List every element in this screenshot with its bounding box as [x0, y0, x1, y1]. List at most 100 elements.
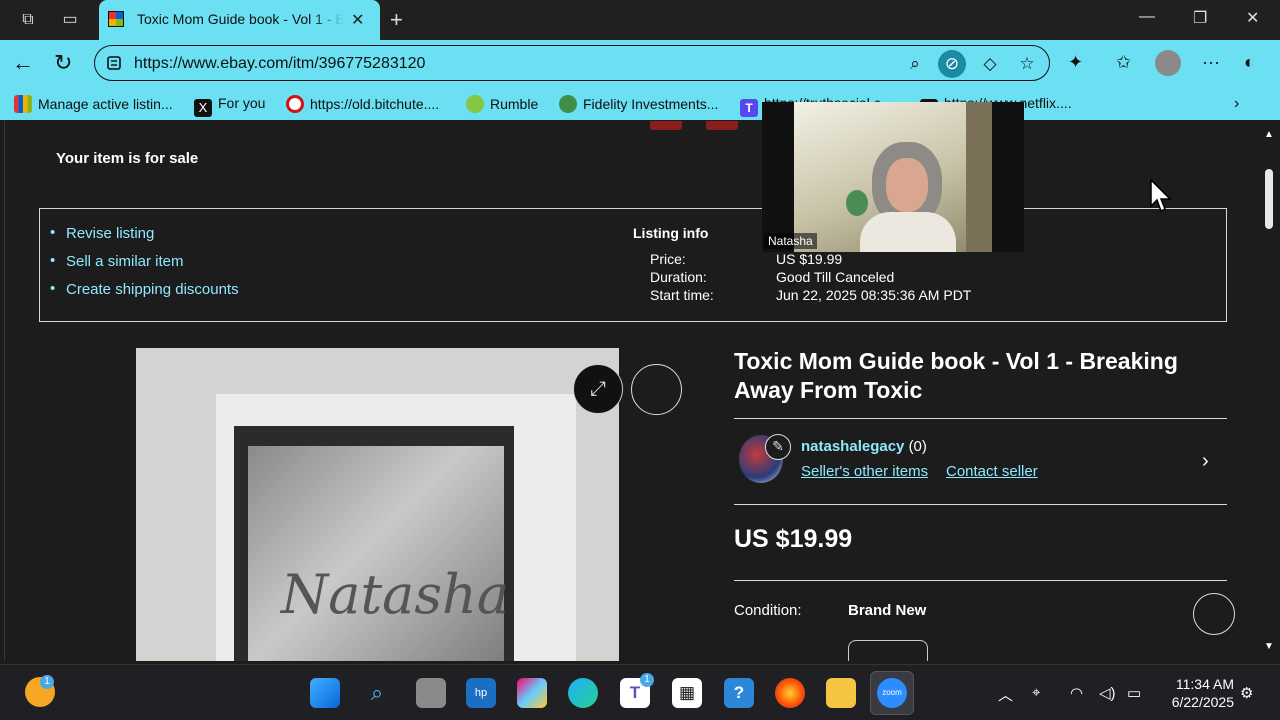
- seller-other-items-link[interactable]: Seller's other items: [801, 463, 928, 480]
- tab-title: Toxic Mom Guide book - Vol 1 - Breaking …: [137, 11, 343, 27]
- ebay-favicon-icon: [108, 11, 124, 27]
- teams-badge: 1: [640, 673, 654, 687]
- bookmark-item[interactable]: Manage active listin...: [14, 95, 173, 113]
- start-icon[interactable]: [310, 678, 340, 708]
- duration-label: Duration:: [650, 269, 707, 285]
- mouse-cursor-icon: [1150, 178, 1172, 213]
- system-clock[interactable]: 11:34 AM 6/22/2025: [1162, 675, 1234, 711]
- edge-icon[interactable]: [568, 678, 598, 708]
- store-icon[interactable]: ▦: [672, 678, 702, 708]
- more-menu-icon[interactable]: ···: [1202, 52, 1220, 73]
- seller-info: natashalegacy (0): [801, 438, 927, 455]
- bookmarks-bar: Manage active listin... X For you https:/…: [0, 88, 1280, 120]
- expand-image-icon[interactable]: ⤢: [573, 364, 623, 414]
- bitchute-icon: [286, 95, 304, 113]
- search-icon[interactable]: ⌕: [362, 678, 392, 708]
- item-photo[interactable]: Natasha: [136, 348, 619, 661]
- copilot-app-icon[interactable]: [517, 678, 547, 708]
- contact-seller-link[interactable]: Contact seller: [946, 463, 1038, 480]
- wifi-icon[interactable]: ◠: [1070, 684, 1083, 702]
- extensions-icon[interactable]: ✦: [1068, 52, 1083, 73]
- video-call-overlay[interactable]: Natasha: [762, 102, 1024, 252]
- new-tab-icon[interactable]: +: [390, 7, 403, 33]
- copilot-icon[interactable]: ◐: [1244, 52, 1255, 73]
- bookmarks-overflow-icon[interactable]: ›: [1234, 95, 1239, 113]
- restore-icon[interactable]: ❐: [1193, 8, 1207, 28]
- chevron-right-icon[interactable]: ›: [1202, 450, 1209, 473]
- tracking-prevention-icon[interactable]: ⊘: [938, 50, 966, 78]
- tray-overflow-icon[interactable]: ︿: [998, 684, 1013, 705]
- close-tab-icon[interactable]: ✕: [351, 10, 364, 30]
- url-text[interactable]: https://www.ebay.com/itm/396775283120: [134, 55, 425, 73]
- price-label: Price:: [650, 251, 686, 267]
- myhp-icon[interactable]: hp: [466, 678, 496, 708]
- clock-time: 11:34 AM: [1175, 676, 1234, 692]
- favorite-star-icon[interactable]: ☆: [1015, 52, 1039, 76]
- shipping-discounts-link[interactable]: Create shipping discounts: [50, 280, 239, 309]
- sell-similar-link[interactable]: Sell a similar item: [50, 252, 239, 281]
- help-icon[interactable]: ?: [724, 678, 754, 708]
- battery-icon[interactable]: ▭: [1127, 684, 1141, 702]
- divider: [734, 418, 1227, 419]
- duration-value: Good Till Canceled: [776, 269, 895, 285]
- item-title: Toxic Mom Guide book - Vol 1 - Breaking …: [734, 348, 1178, 403]
- scroll-down-icon[interactable]: ▼: [1264, 641, 1274, 652]
- listing-actions: Revise listing Sell a similar item Creat…: [50, 224, 239, 309]
- seller-score: (0): [908, 438, 927, 455]
- thumbnail-image[interactable]: [706, 121, 738, 130]
- truthsocial-icon: T: [740, 99, 758, 117]
- bookmark-item[interactable]: X For you: [194, 95, 265, 117]
- photo-signature: Natasha: [281, 563, 510, 626]
- watch-button[interactable]: [631, 364, 682, 415]
- address-bar[interactable]: https://www.ebay.com/itm/396775283120 ⌕ …: [94, 45, 1050, 81]
- ebay-icon: [14, 95, 32, 113]
- coupon-icon[interactable]: ◇: [978, 52, 1002, 76]
- seller-name-link[interactable]: natashalegacy: [801, 438, 904, 455]
- info-circle-button[interactable]: [1193, 593, 1235, 635]
- thumbnail-image[interactable]: [650, 121, 682, 130]
- rumble-icon: [466, 95, 484, 113]
- minimize-icon[interactable]: —: [1139, 8, 1155, 26]
- taskbar: 1 ⌕ hp T 1 ▦ ? zoom ︿ ⌖ ◠ ◁) ▭ 11:34 AM …: [0, 664, 1280, 720]
- favorites-icon[interactable]: ✩: [1116, 52, 1131, 73]
- item-price: US $19.99: [734, 525, 853, 553]
- volume-icon[interactable]: ◁): [1099, 684, 1116, 702]
- bookmark-item[interactable]: Fidelity Investments...: [559, 95, 718, 113]
- tab-actions-icon[interactable]: ▭: [58, 8, 82, 32]
- bookmark-item[interactable]: Rumble: [466, 95, 538, 113]
- browser-toolbar: ← ↻ https://www.ebay.com/itm/39677528312…: [0, 40, 1280, 88]
- tab-active[interactable]: Toxic Mom Guide book - Vol 1 - Breaking …: [99, 0, 380, 40]
- participant-name: Natasha: [764, 233, 817, 249]
- weather-badge: 1: [40, 675, 54, 689]
- notifications-icon[interactable]: ⚙: [1240, 684, 1253, 702]
- firefox-icon[interactable]: [775, 678, 805, 708]
- refresh-icon[interactable]: ↻: [54, 50, 72, 76]
- task-view-icon[interactable]: [416, 678, 446, 708]
- tab-strip: ⧉ ▭ Toxic Mom Guide book - Vol 1 - Break…: [0, 0, 1280, 40]
- divider: [734, 580, 1227, 581]
- scroll-thumb[interactable]: [1265, 169, 1273, 229]
- listing-summary-box: Revise listing Sell a similar item Creat…: [39, 208, 1227, 322]
- revise-listing-link[interactable]: Revise listing: [50, 224, 239, 253]
- edit-pencil-icon[interactable]: ✎: [765, 434, 791, 460]
- file-explorer-icon[interactable]: [826, 678, 856, 708]
- clock-date: 6/22/2025: [1171, 694, 1234, 710]
- zoom-icon[interactable]: ⌕: [903, 52, 927, 76]
- start-time-label: Start time:: [650, 287, 714, 303]
- page-content: Your item is for sale Revise listing Sel…: [4, 121, 1260, 661]
- site-info-icon[interactable]: [105, 54, 123, 72]
- listing-info-title: Listing info: [633, 225, 709, 241]
- bookmark-item[interactable]: https://old.bitchute....: [286, 95, 439, 113]
- profile-avatar-icon[interactable]: [1155, 50, 1181, 76]
- back-icon[interactable]: ←: [12, 50, 34, 76]
- start-time-value: Jun 22, 2025 08:35:36 AM PDT: [776, 287, 972, 303]
- workspaces-icon[interactable]: ⧉: [16, 8, 40, 32]
- quantity-box[interactable]: [848, 640, 928, 661]
- condition-value: Brand New: [848, 602, 927, 619]
- page-scrollbar[interactable]: ▲ ▼: [1260, 121, 1280, 661]
- location-icon[interactable]: ⌖: [1032, 684, 1040, 701]
- zoom-icon[interactable]: zoom: [877, 678, 907, 708]
- scroll-up-icon[interactable]: ▲: [1264, 129, 1274, 140]
- price-value: US $19.99: [776, 251, 843, 267]
- close-window-icon[interactable]: ✕: [1246, 8, 1259, 28]
